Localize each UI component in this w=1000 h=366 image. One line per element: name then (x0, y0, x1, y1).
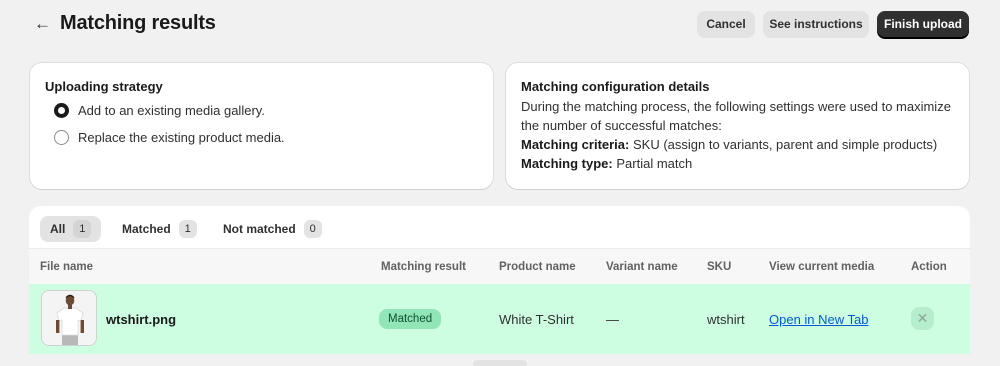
tab-label: All (50, 222, 66, 236)
criteria-label: Matching criteria: (521, 137, 630, 152)
tab-label: Not matched (223, 222, 296, 236)
tab-matched[interactable]: Matched 1 (112, 216, 207, 242)
status-badge: Matched (379, 309, 442, 329)
scrollbar-thumb[interactable] (473, 360, 527, 366)
radio-label: Replace the existing product media. (78, 129, 285, 145)
see-instructions-button[interactable]: See instructions (763, 11, 869, 38)
cancel-button[interactable]: Cancel (697, 11, 755, 38)
open-in-new-tab-link[interactable]: Open in New Tab (769, 312, 869, 327)
type-value: Partial match (616, 156, 693, 171)
col-view-current-media: View current media (769, 261, 875, 273)
radio-label: Add to an existing media gallery. (78, 102, 265, 118)
matching-config-card: Matching configuration details During th… (506, 63, 969, 189)
table-row: wtshirt.png Matched White T-Shirt — wtsh… (29, 284, 970, 354)
col-action: Action (911, 261, 947, 273)
criteria-value: SKU (assign to variants, parent and simp… (632, 137, 938, 152)
close-icon[interactable]: ✕ (911, 307, 934, 330)
finish-upload-button[interactable]: Finish upload (877, 11, 969, 38)
file-name: wtshirt.png (106, 312, 177, 327)
config-title: Matching configuration details (521, 79, 710, 94)
radio-option-replace[interactable]: Replace the existing product media. (54, 128, 285, 146)
tshirt-model-image (42, 291, 96, 345)
table-header: File name Matching result Product name V… (29, 248, 970, 284)
strategy-title: Uploading strategy (45, 79, 163, 94)
radio-selected-icon[interactable] (54, 102, 69, 118)
col-product-name: Product name (499, 261, 576, 273)
tab-label: Matched (122, 222, 171, 236)
back-arrow-icon[interactable]: ← (34, 14, 52, 34)
page-header: ← Matching results Cancel See instructio… (0, 0, 1000, 50)
config-criteria: Matching criteria: SKU (assign to varian… (521, 135, 961, 154)
tab-not-matched[interactable]: Not matched 0 (213, 216, 332, 242)
results-table-card: All 1 Matched 1 Not matched 0 File name … (29, 206, 970, 366)
col-matching-result: Matching result (381, 261, 466, 273)
col-file-name: File name (40, 261, 94, 273)
col-sku: SKU (707, 261, 732, 273)
tab-count: 1 (178, 220, 197, 238)
horizontal-scrollbar[interactable] (29, 354, 970, 366)
config-description: During the matching process, the followi… (521, 99, 951, 133)
uploading-strategy-card: Uploading strategy Add to an existing me… (30, 63, 493, 189)
tab-all[interactable]: All 1 (40, 216, 102, 242)
product-thumbnail (41, 290, 97, 346)
tab-count: 0 (303, 220, 322, 238)
radio-unselected-icon[interactable] (54, 129, 69, 145)
type-label: Matching type: (521, 156, 613, 171)
config-type: Matching type: Partial match (521, 154, 961, 173)
page-title: Matching results (60, 12, 216, 34)
col-variant-name: Variant name (606, 261, 678, 273)
product-name: White T-Shirt (499, 312, 574, 327)
variant-name: — (606, 312, 619, 327)
sku: wtshirt (707, 312, 745, 327)
tab-count: 1 (73, 220, 92, 238)
radio-option-add[interactable]: Add to an existing media gallery. (54, 101, 265, 119)
